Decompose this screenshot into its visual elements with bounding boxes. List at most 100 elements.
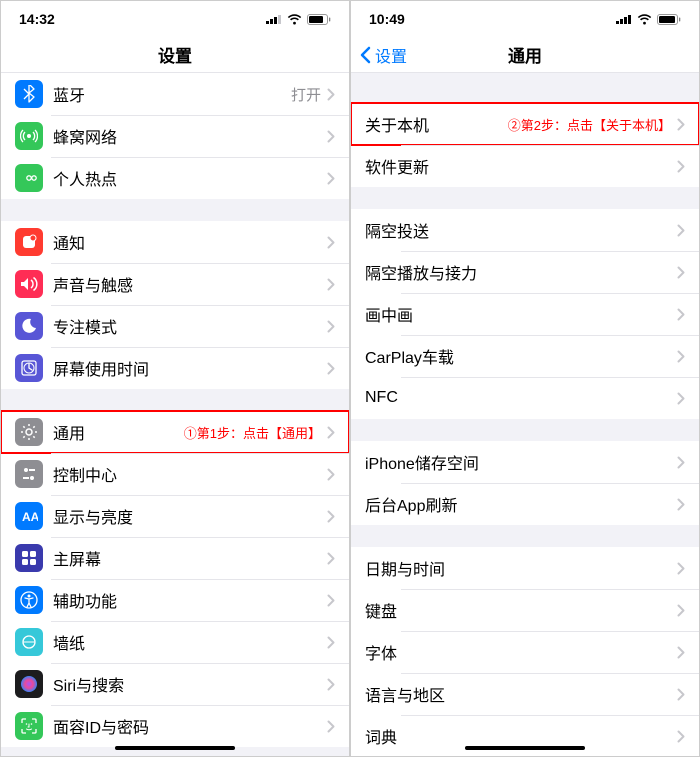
- row-label: 控制中心: [53, 462, 327, 486]
- settings-row[interactable]: 软件更新: [351, 145, 699, 187]
- back-button[interactable]: 设置: [351, 43, 407, 67]
- step-annotation: ①第1步：点击【通用】: [184, 423, 321, 442]
- home-indicator[interactable]: [465, 746, 585, 750]
- row-label: 通知: [53, 230, 327, 254]
- row-label: 日期与时间: [365, 556, 677, 580]
- chevron-right-icon: [677, 392, 685, 405]
- svg-text:AA: AA: [22, 510, 38, 523]
- row-label: CarPlay车载: [365, 344, 677, 368]
- settings-row[interactable]: CarPlay车载: [351, 335, 699, 377]
- settings-row[interactable]: 后台App刷新: [351, 483, 699, 525]
- row-label: 主屏幕: [53, 546, 327, 570]
- chevron-right-icon: [327, 678, 335, 691]
- general-icon: [15, 418, 43, 446]
- settings-row[interactable]: 隔空播放与接力: [351, 251, 699, 293]
- settings-row[interactable]: 关于本机②第2步：点击【关于本机】: [351, 103, 699, 145]
- chevron-right-icon: [677, 646, 685, 659]
- status-time: 10:49: [369, 11, 405, 27]
- display-icon: AA: [15, 502, 43, 530]
- step-annotation: ②第2步：点击【关于本机】: [508, 115, 671, 134]
- status-icons: [266, 14, 331, 25]
- chevron-right-icon: [327, 720, 335, 733]
- row-label: 面容ID与密码: [53, 714, 327, 738]
- settings-row[interactable]: 键盘: [351, 589, 699, 631]
- row-label: NFC: [365, 389, 677, 407]
- settings-row[interactable]: 日期与时间: [351, 547, 699, 589]
- settings-row[interactable]: 控制中心: [1, 453, 349, 495]
- battery-icon: [657, 14, 681, 25]
- hotspot-icon: [15, 164, 43, 192]
- chevron-right-icon: [327, 278, 335, 291]
- row-label: 键盘: [365, 598, 677, 622]
- settings-row[interactable]: 个人热点: [1, 157, 349, 199]
- settings-row[interactable]: 蓝牙打开: [1, 73, 349, 115]
- settings-row[interactable]: 墙纸: [1, 621, 349, 663]
- chevron-right-icon: [677, 118, 685, 131]
- chevron-right-icon: [327, 552, 335, 565]
- antenna-icon: [15, 122, 43, 150]
- chevron-right-icon: [677, 224, 685, 237]
- settings-row[interactable]: 语言与地区: [351, 673, 699, 715]
- chevron-right-icon: [677, 604, 685, 617]
- status-bar: 14:32: [1, 1, 349, 37]
- row-label: 词典: [365, 724, 677, 748]
- row-label: 蜂窝网络: [53, 124, 327, 148]
- settings-row[interactable]: 辅助功能: [1, 579, 349, 621]
- chevron-right-icon: [327, 636, 335, 649]
- signal-icon: [616, 14, 632, 24]
- settings-row[interactable]: 面容ID与密码: [1, 705, 349, 747]
- chevron-right-icon: [677, 456, 685, 469]
- row-label: 蓝牙: [53, 82, 291, 106]
- screentime-icon: [15, 354, 43, 382]
- row-label: Siri与搜索: [53, 672, 327, 696]
- row-label: 个人热点: [53, 166, 327, 190]
- chevron-right-icon: [677, 160, 685, 173]
- row-label: 关于本机: [365, 112, 508, 136]
- settings-list[interactable]: 蓝牙打开蜂窝网络个人热点 通知声音与触感专注模式屏幕使用时间 通用①第1步：点击…: [1, 73, 349, 756]
- nav-header: 设置: [1, 37, 349, 73]
- row-label: 语言与地区: [365, 682, 677, 706]
- settings-row[interactable]: 主屏幕: [1, 537, 349, 579]
- row-label: 显示与亮度: [53, 504, 327, 528]
- chevron-right-icon: [327, 426, 335, 439]
- settings-row[interactable]: iPhone储存空间: [351, 441, 699, 483]
- settings-row[interactable]: 通用①第1步：点击【通用】: [1, 411, 349, 453]
- settings-row[interactable]: AA 显示与亮度: [1, 495, 349, 537]
- wifi-icon: [287, 14, 302, 25]
- settings-row[interactable]: 隔空投送: [351, 209, 699, 251]
- chevron-right-icon: [677, 688, 685, 701]
- chevron-right-icon: [327, 236, 335, 249]
- notifications-icon: [15, 228, 43, 256]
- row-label: 后台App刷新: [365, 492, 677, 516]
- settings-row[interactable]: 通知: [1, 221, 349, 263]
- general-screen-right: 10:49 设置 通用 关于本机②第2步：点击【关于本机】软件更新 隔空投送隔空…: [350, 0, 700, 757]
- siri-icon: [15, 670, 43, 698]
- home-indicator[interactable]: [115, 746, 235, 750]
- row-label: 声音与触感: [53, 272, 327, 296]
- status-time: 14:32: [19, 11, 55, 27]
- wifi-icon: [637, 14, 652, 25]
- chevron-right-icon: [677, 498, 685, 511]
- row-value: 打开: [291, 84, 321, 105]
- settings-row[interactable]: 蜂窝网络: [1, 115, 349, 157]
- settings-row[interactable]: 专注模式: [1, 305, 349, 347]
- chevron-left-icon: [359, 46, 371, 64]
- general-list[interactable]: 关于本机②第2步：点击【关于本机】软件更新 隔空投送隔空播放与接力画中画CarP…: [351, 73, 699, 756]
- status-icons: [616, 14, 681, 25]
- settings-row[interactable]: 声音与触感: [1, 263, 349, 305]
- chevron-right-icon: [677, 350, 685, 363]
- chevron-right-icon: [327, 468, 335, 481]
- settings-row[interactable]: 画中画: [351, 293, 699, 335]
- accessibility-icon: [15, 586, 43, 614]
- chevron-right-icon: [677, 308, 685, 321]
- row-label: 画中画: [365, 302, 677, 326]
- settings-row[interactable]: Siri与搜索: [1, 663, 349, 705]
- settings-row[interactable]: 屏幕使用时间: [1, 347, 349, 389]
- settings-row[interactable]: 字体: [351, 631, 699, 673]
- row-label: iPhone储存空间: [365, 450, 677, 474]
- settings-row[interactable]: NFC: [351, 377, 699, 419]
- chevron-right-icon: [327, 594, 335, 607]
- chevron-right-icon: [327, 88, 335, 101]
- back-label: 设置: [375, 43, 407, 67]
- page-title: 设置: [1, 42, 349, 67]
